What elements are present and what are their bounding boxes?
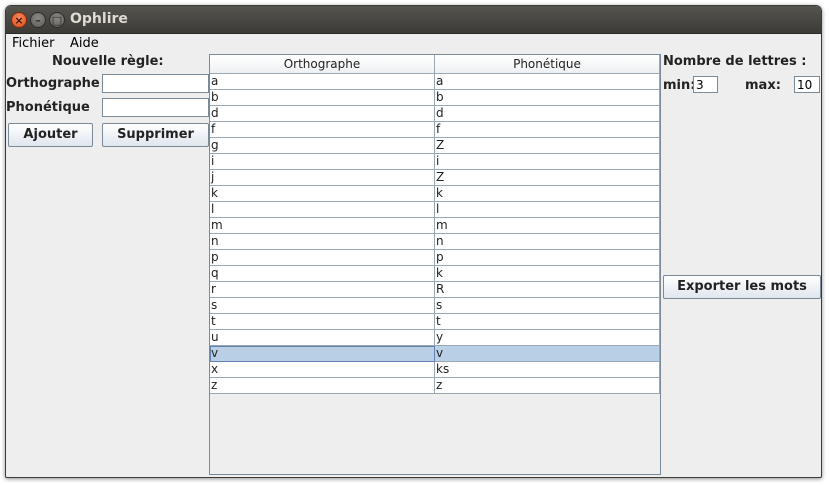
table-row[interactable]: zz	[210, 378, 660, 394]
cell-orthographe[interactable]: n	[210, 234, 435, 250]
menu-fichier[interactable]: Fichier	[12, 36, 55, 51]
table-body: a a b b d d f f g Zi i j Zk k l l m m n n p p q k r Rs s t t u y v v x ks z…	[210, 74, 660, 394]
column-header-phonetique[interactable]: Phonétique	[435, 55, 660, 74]
window-title: Ophlire	[70, 11, 128, 27]
cell-orthographe[interactable]: i	[210, 154, 435, 170]
cell-orthographe[interactable]: m	[210, 218, 435, 234]
cell-orthographe[interactable]: p	[210, 250, 435, 266]
max-input[interactable]	[794, 76, 820, 93]
cell-phonetique[interactable]: l	[435, 202, 660, 218]
cell-orthographe[interactable]: b	[210, 90, 435, 106]
table-row[interactable]: mm	[210, 218, 660, 234]
cell-orthographe[interactable]: j	[210, 170, 435, 186]
menu-bar: Fichier Aide	[6, 35, 821, 53]
cell-phonetique[interactable]: z	[435, 378, 660, 394]
cell-orthographe[interactable]: x	[210, 362, 435, 378]
cell-phonetique[interactable]: k	[435, 186, 660, 202]
delete-button[interactable]: Supprimer	[102, 123, 209, 147]
cell-orthographe[interactable]: f	[210, 122, 435, 138]
table-row[interactable]: aa	[210, 74, 660, 90]
cell-phonetique[interactable]: R	[435, 282, 660, 298]
rules-table[interactable]: Orthographe Phonétique aabbddffgZiijZkkl…	[209, 54, 661, 475]
min-label: min:	[663, 78, 696, 93]
app-window: × – □ Ophlire Fichier Aide Nouvelle règl…	[5, 5, 822, 478]
close-icon[interactable]: ×	[11, 12, 27, 28]
table-row[interactable]: nn	[210, 234, 660, 250]
cell-phonetique[interactable]: ks	[435, 362, 660, 378]
cell-phonetique[interactable]: Z	[435, 170, 660, 186]
cell-phonetique[interactable]: b	[435, 90, 660, 106]
column-header-orthographe[interactable]: Orthographe	[210, 55, 435, 74]
table-row[interactable]: x ks	[210, 362, 660, 378]
cell-orthographe[interactable]: q	[210, 266, 435, 282]
minimize-icon[interactable]: –	[30, 12, 46, 28]
cell-orthographe[interactable]: l	[210, 202, 435, 218]
export-words-button[interactable]: Exporter les mots	[663, 275, 821, 299]
table-row[interactable]: ll	[210, 202, 660, 218]
cell-phonetique[interactable]: n	[435, 234, 660, 250]
table-row[interactable]: uy	[210, 330, 660, 346]
cell-orthographe[interactable]: a	[210, 74, 435, 90]
orthographe-label: Orthographe	[6, 76, 100, 91]
orthographe-input[interactable]	[102, 74, 209, 93]
cell-orthographe[interactable]: d	[210, 106, 435, 122]
phonetique-input[interactable]	[102, 98, 209, 117]
table-row[interactable]: kk	[210, 186, 660, 202]
table-row[interactable]: qk	[210, 266, 660, 282]
table-row[interactable]: dd	[210, 106, 660, 122]
table-row[interactable]: bb	[210, 90, 660, 106]
table-row[interactable]: tt	[210, 314, 660, 330]
min-input[interactable]	[693, 76, 718, 93]
menu-aide[interactable]: Aide	[70, 36, 99, 51]
phonetique-label: Phonétique	[6, 100, 90, 115]
table-row[interactable]: vv	[210, 346, 660, 362]
cell-phonetique[interactable]: a	[435, 74, 660, 90]
max-label: max:	[745, 78, 781, 93]
maximize-icon[interactable]: □	[49, 12, 65, 28]
letter-count-header: Nombre de lettres :	[663, 54, 807, 69]
table-row[interactable]: ii	[210, 154, 660, 170]
table-row[interactable]: gZ	[210, 138, 660, 154]
table-row[interactable]: ss	[210, 298, 660, 314]
cell-phonetique[interactable]: d	[435, 106, 660, 122]
new-rule-header: Nouvelle règle:	[52, 54, 164, 69]
cell-orthographe[interactable]: s	[210, 298, 435, 314]
cell-orthographe[interactable]: u	[210, 330, 435, 346]
table-header: Orthographe Phonétique	[210, 55, 660, 74]
add-button[interactable]: Ajouter	[8, 123, 93, 147]
cell-phonetique[interactable]: s	[435, 298, 660, 314]
cell-phonetique[interactable]: f	[435, 122, 660, 138]
cell-phonetique[interactable]: m	[435, 218, 660, 234]
cell-orthographe[interactable]: t	[210, 314, 435, 330]
cell-orthographe[interactable]: v	[210, 346, 435, 362]
cell-phonetique[interactable]: i	[435, 154, 660, 170]
cell-orthographe[interactable]: z	[210, 378, 435, 394]
table-row[interactable]: rR	[210, 282, 660, 298]
table-row[interactable]: jZ	[210, 170, 660, 186]
table-row[interactable]: ff	[210, 122, 660, 138]
cell-orthographe[interactable]: r	[210, 282, 435, 298]
cell-phonetique[interactable]: v	[435, 346, 660, 362]
table-row[interactable]: pp	[210, 250, 660, 266]
cell-phonetique[interactable]: Z	[435, 138, 660, 154]
cell-phonetique[interactable]: p	[435, 250, 660, 266]
cell-orthographe[interactable]: g	[210, 138, 435, 154]
cell-phonetique[interactable]: y	[435, 330, 660, 346]
title-bar[interactable]: × – □ Ophlire	[6, 6, 821, 34]
cell-phonetique[interactable]: t	[435, 314, 660, 330]
cell-phonetique[interactable]: k	[435, 266, 660, 282]
cell-orthographe[interactable]: k	[210, 186, 435, 202]
